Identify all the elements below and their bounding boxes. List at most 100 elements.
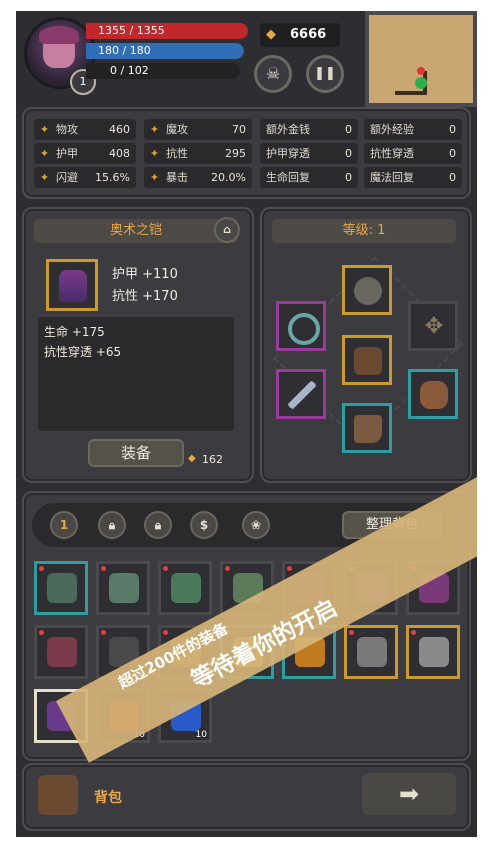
boots-icon xyxy=(354,415,382,443)
stack-count: 10 xyxy=(195,730,207,740)
stat-label: 护甲穿透 xyxy=(266,147,310,160)
stat-label: 额外金钱 xyxy=(266,123,310,136)
bag-label: 背包 xyxy=(94,790,122,806)
enemy-marker-icon xyxy=(417,67,425,75)
game-screen: 1 1355 / 1355 180 / 180 0 / 102 ◆ 6666 ☠… xyxy=(16,11,477,837)
bag-tab-shop[interactable]: $ xyxy=(190,511,218,539)
pause-icon: ❚❚ xyxy=(314,66,336,81)
equip-button[interactable]: 装备 xyxy=(88,439,184,467)
item-name: 奥术之铠 xyxy=(34,219,238,243)
stat-label: 抗性 xyxy=(166,147,188,160)
bag-item-icon xyxy=(47,637,77,667)
minimap[interactable] xyxy=(365,11,477,107)
stat-value: 0 xyxy=(345,123,352,136)
item-price: 162 xyxy=(202,453,223,466)
price-coin-icon: ◆ xyxy=(188,453,196,464)
stat-2: 额外金钱 0 xyxy=(260,119,358,140)
stat-value: 70 xyxy=(232,123,246,136)
bag-item-icon xyxy=(419,637,449,667)
empty-amulet-icon: ✥ xyxy=(424,314,444,339)
paw-icon: ❀ xyxy=(250,518,262,532)
next-arrow-button[interactable]: ➡ xyxy=(362,773,456,815)
equip-slot-helmet[interactable] xyxy=(342,265,392,315)
player-marker-icon xyxy=(415,77,427,89)
stat-label: 生命回复 xyxy=(266,171,310,184)
stat-label: 额外经验 xyxy=(370,123,414,136)
stat-11: 魔法回复 0 xyxy=(364,167,462,188)
new-item-dot xyxy=(39,630,44,635)
equip-slot-gloves[interactable] xyxy=(408,369,458,419)
backpack-icon[interactable] xyxy=(38,775,78,815)
bag-item-icon xyxy=(171,573,201,603)
arcane-armor-icon xyxy=(59,270,87,302)
equip-slot-armor[interactable] xyxy=(342,335,392,385)
bag-slot[interactable] xyxy=(344,625,398,679)
equipment-level: 等级: 1 xyxy=(272,219,456,243)
skull-button[interactable]: ☠ xyxy=(254,55,292,93)
stat-label: 魔法回复 xyxy=(370,171,414,184)
new-item-dot xyxy=(101,630,106,635)
stat-value: 20.0% xyxy=(211,171,246,184)
stat-4: ✦ 护甲 408 xyxy=(34,143,136,164)
stat-5: ✦ 抗性 295 xyxy=(144,143,252,164)
stat-1: ✦ 魔攻 70 xyxy=(144,119,252,140)
mp-bar: 180 / 180 xyxy=(86,43,244,59)
bag-slot[interactable] xyxy=(34,561,88,615)
coin-icon: ◆ xyxy=(266,27,276,42)
stat-label: 闪避 xyxy=(56,171,78,184)
stat-10: 生命回复 0 xyxy=(260,167,358,188)
hero-hair-icon xyxy=(39,26,79,44)
bag-slot[interactable] xyxy=(96,561,150,615)
bag-slot[interactable] xyxy=(406,625,460,679)
bag-slot[interactable] xyxy=(158,561,212,615)
item-stat-resist: 抗性 +170 xyxy=(112,289,178,304)
bag-tab-locked-2[interactable]: 🔒︎ xyxy=(144,511,172,539)
stat-value: 15.6% xyxy=(95,171,130,184)
new-item-dot xyxy=(101,566,106,571)
gold-counter: ◆ 6666 xyxy=(260,23,340,47)
bag-tab-1[interactable]: 1 xyxy=(50,511,78,539)
pause-button[interactable]: ❚❚ xyxy=(306,55,344,93)
equip-slot-ring[interactable] xyxy=(276,301,326,351)
bag-slot[interactable] xyxy=(34,625,88,679)
stat-value: 460 xyxy=(109,123,130,136)
bag-tab-pet[interactable]: ❀ xyxy=(242,511,270,539)
mp-text: 180 / 180 xyxy=(98,44,151,57)
trash-icon: ⌂ xyxy=(223,223,231,236)
equip-slot-boots[interactable] xyxy=(342,403,392,453)
stat-value: 295 xyxy=(225,147,246,160)
stat-7: 抗性穿透 0 xyxy=(364,143,462,164)
equip-slot-amulet[interactable]: ✥ xyxy=(408,301,458,351)
stat-9: ✦ 暴击 20.0% xyxy=(144,167,252,188)
stat-3: 额外经验 0 xyxy=(364,119,462,140)
ring-icon xyxy=(288,313,320,345)
sword-icon: ✦ xyxy=(39,123,50,136)
hood-helmet-icon xyxy=(354,277,382,305)
selected-item-slot xyxy=(46,259,98,311)
item-extra-pen: 抗性穿透 +65 xyxy=(44,345,122,359)
bag-item-icon xyxy=(357,637,387,667)
stat-6: 护甲穿透 0 xyxy=(260,143,358,164)
bag-tab-locked-1[interactable]: 🔒︎ xyxy=(98,511,126,539)
gold-amount: 6666 xyxy=(290,27,327,42)
new-item-dot xyxy=(225,566,230,571)
run-icon: ✦ xyxy=(39,171,50,184)
lock-icon: 🔒︎ xyxy=(154,518,162,532)
new-item-dot xyxy=(163,630,168,635)
stat-value: 0 xyxy=(449,123,456,136)
trash-button[interactable]: ⌂ xyxy=(214,217,240,243)
stat-value: 408 xyxy=(109,147,130,160)
stat-label: 护甲 xyxy=(56,147,78,160)
new-item-dot xyxy=(39,566,44,571)
equip-slot-weapon[interactable] xyxy=(276,369,326,419)
dagger-icon xyxy=(288,381,316,409)
hp-text: 1355 / 1355 xyxy=(98,24,165,37)
stat-label: 魔攻 xyxy=(166,123,188,136)
item-extra-hp: 生命 +175 xyxy=(44,325,105,339)
skull-icon: ☠ xyxy=(265,64,281,83)
hp-bar: 1355 / 1355 xyxy=(86,23,248,39)
new-item-dot xyxy=(163,566,168,571)
stat-value: 0 xyxy=(449,147,456,160)
paw-icon: ✦ xyxy=(39,147,50,160)
chest-armor-icon xyxy=(354,347,382,375)
